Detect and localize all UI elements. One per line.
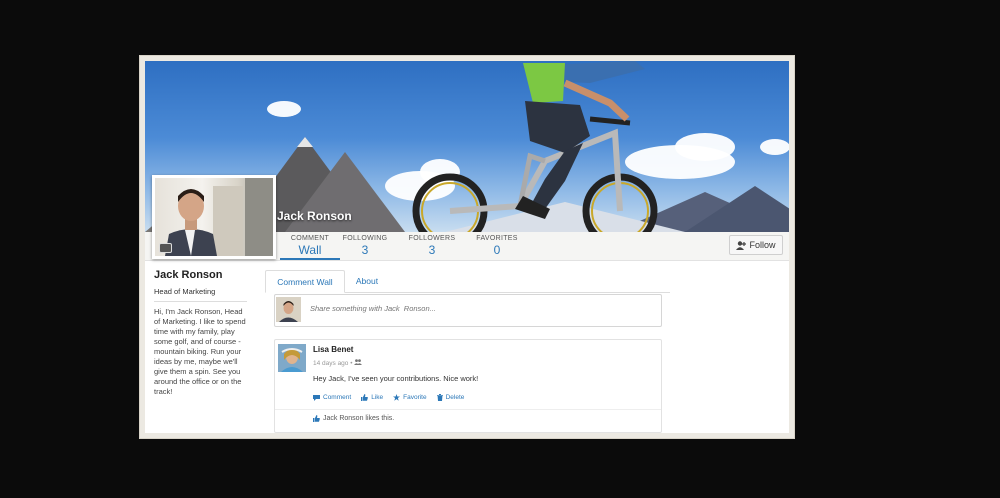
stat-followers[interactable]: FOLLOWERS 3	[407, 235, 457, 257]
camera-icon[interactable]	[159, 243, 172, 253]
post-author-name[interactable]: Lisa Benet	[313, 345, 353, 354]
profile-sidebar: Jack Ronson Head of Marketing Hi, I'm Ja…	[154, 269, 247, 397]
stat-following[interactable]: FOLLOWING 3	[340, 235, 390, 257]
post-meta: 14 days ago •	[313, 359, 363, 367]
profile-photo[interactable]	[152, 175, 276, 259]
tab-about[interactable]: About	[353, 270, 381, 291]
current-user-avatar	[276, 297, 301, 322]
like-action[interactable]: Like	[361, 394, 383, 401]
post-actions: Comment Like Favorite Delete	[313, 394, 464, 401]
post-text: Hey Jack, I've seen your contributions. …	[313, 374, 479, 383]
profile-name: Jack Ronson	[154, 269, 223, 281]
profile-bio: Hi, I'm Jack Ronson, Head of Marketing. …	[154, 307, 246, 396]
stat-favorites[interactable]: FAVORITES 0	[472, 235, 522, 257]
star-icon	[393, 394, 401, 401]
post-likes-text[interactable]: Jack Ronson likes this.	[323, 415, 394, 422]
wall-post: Lisa Benet 14 days ago • Hey Jack, I've …	[274, 339, 662, 433]
post-timestamp: 14 days ago •	[313, 360, 353, 367]
stat-value: 3	[361, 243, 369, 257]
cover-name-label: Jack Ronson	[277, 209, 352, 223]
profile-tabs: Comment Wall About	[265, 270, 670, 293]
delete-icon	[436, 394, 443, 401]
delete-action-label: Delete	[445, 394, 465, 401]
follow-button-label: Follow	[749, 240, 776, 250]
comment-icon	[313, 394, 320, 401]
like-icon	[361, 394, 369, 401]
profile-title: Head of Marketing	[154, 287, 247, 302]
avatar	[165, 178, 273, 256]
profile-card: Jack Ronson COMMENT Wall FOLLOWING 3 FOL…	[145, 61, 789, 433]
stat-label: FAVORITES	[476, 235, 518, 242]
tab-comment-wall[interactable]: Comment Wall	[265, 270, 345, 293]
comment-action-label: Comment	[323, 394, 352, 401]
profile-frame: Jack Ronson COMMENT Wall FOLLOWING 3 FOL…	[139, 55, 795, 439]
like-icon	[313, 415, 320, 422]
group-icon[interactable]	[354, 359, 363, 365]
stat-label: COMMENT	[290, 235, 330, 242]
stat-comment-wall[interactable]: COMMENT Wall	[280, 235, 340, 260]
follow-button[interactable]: Follow	[729, 235, 783, 255]
follow-user-icon	[736, 240, 747, 250]
post-likes: Jack Ronson likes this.	[275, 409, 661, 422]
stat-label: FOLLOWING	[342, 235, 388, 242]
stat-value: Wall	[298, 243, 322, 257]
share-input[interactable]	[308, 303, 642, 314]
share-box	[274, 294, 662, 327]
mountain-biker-image	[412, 61, 658, 232]
stat-value: 3	[428, 243, 436, 257]
delete-action[interactable]: Delete	[436, 394, 465, 401]
stat-label: FOLLOWERS	[408, 235, 456, 242]
comment-action[interactable]: Comment	[313, 394, 351, 401]
favorite-action-label: Favorite	[403, 394, 427, 401]
stat-value: 0	[493, 243, 501, 257]
like-action-label: Like	[371, 394, 384, 401]
favorite-action[interactable]: Favorite	[393, 394, 427, 401]
post-author-avatar[interactable]	[278, 344, 306, 372]
